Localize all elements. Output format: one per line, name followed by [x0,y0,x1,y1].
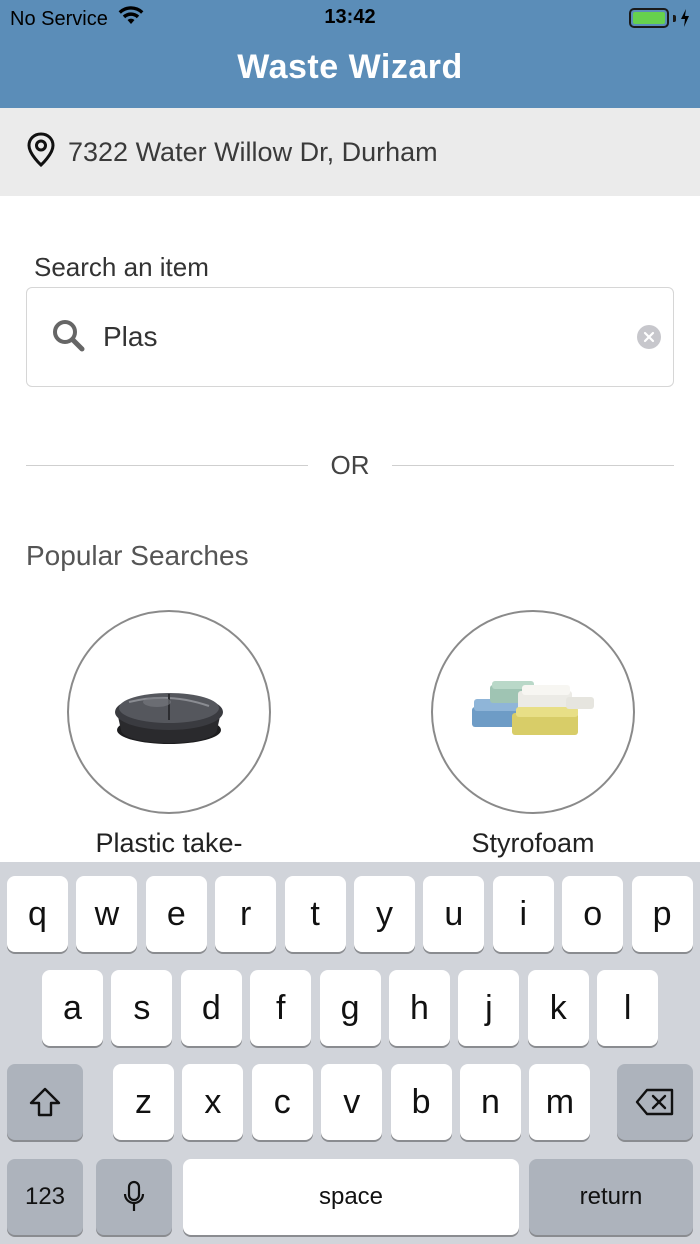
key-a[interactable]: a [42,970,103,1046]
search-label: Search an item [34,252,209,282]
backspace-key[interactable] [617,1064,693,1140]
microphone-icon [123,1180,145,1211]
divider-line-left [26,464,308,466]
key-w[interactable]: w [76,876,138,952]
takeout-container-image[interactable] [67,610,271,814]
search-value[interactable]: Plas [103,321,637,353]
space-key[interactable]: space [183,1159,519,1235]
key-k[interactable]: k [527,970,589,1046]
search-icon [51,318,85,357]
key-x[interactable]: x [182,1064,244,1140]
key-j[interactable]: j [458,970,520,1046]
popular-item-label: Styrofoam [471,828,595,858]
search-input[interactable]: Plas [26,287,674,387]
backspace-icon [635,1088,674,1116]
key-f[interactable]: f [250,970,312,1046]
address-text: 7322 Water Willow Dr, Durham [68,136,438,167]
key-h[interactable]: h [389,970,450,1046]
battery-icon [629,8,690,28]
key-l[interactable]: l [597,970,659,1046]
location-pin-icon [26,131,56,173]
on-screen-keyboard: qwertyuiop asdfghjkl zxcvbnm 123 space r… [0,862,700,1244]
key-b[interactable]: b [390,1064,452,1140]
dictation-key[interactable] [96,1159,172,1235]
status-time: 13:42 [324,6,376,28]
key-u[interactable]: u [423,876,485,952]
key-c[interactable]: c [251,1064,313,1140]
key-s[interactable]: s [111,970,173,1046]
key-v[interactable]: v [321,1064,383,1140]
popular-item-styrofoam[interactable]: Styrofoam [431,610,635,858]
popular-searches-title: Popular Searches [26,540,249,571]
key-t[interactable]: t [284,876,346,952]
key-i[interactable]: i [492,876,554,952]
app-header: No Service 13:42 Waste Wizard [0,0,700,108]
return-key[interactable]: return [529,1159,693,1235]
key-e[interactable]: e [145,876,207,952]
key-q[interactable]: q [7,876,68,952]
key-m[interactable]: m [529,1064,591,1140]
shift-key[interactable] [7,1064,83,1140]
key-n[interactable]: n [460,1064,521,1140]
key-g[interactable]: g [319,970,381,1046]
popular-item-plastic-takeout[interactable]: Plastic take- [67,610,271,858]
page-title: Waste Wizard [237,48,463,86]
or-label: OR [330,449,370,480]
popular-item-label: Plastic take- [95,828,243,858]
key-r[interactable]: r [215,876,277,952]
key-o[interactable]: o [562,876,624,952]
key-p[interactable]: p [631,876,693,952]
shift-icon [29,1087,61,1117]
egg-cartons-image[interactable] [431,610,635,814]
numbers-key[interactable]: 123 [7,1159,83,1235]
status-bar: No Service 13:42 [0,0,700,36]
divider-line-right [392,464,674,466]
clear-icon[interactable] [637,325,661,349]
key-d[interactable]: d [180,970,242,1046]
key-z[interactable]: z [113,1064,174,1140]
address-bar[interactable]: 7322 Water Willow Dr, Durham [0,108,700,196]
or-divider: OR [26,447,674,483]
key-y[interactable]: y [354,876,415,952]
charging-icon [681,9,689,27]
